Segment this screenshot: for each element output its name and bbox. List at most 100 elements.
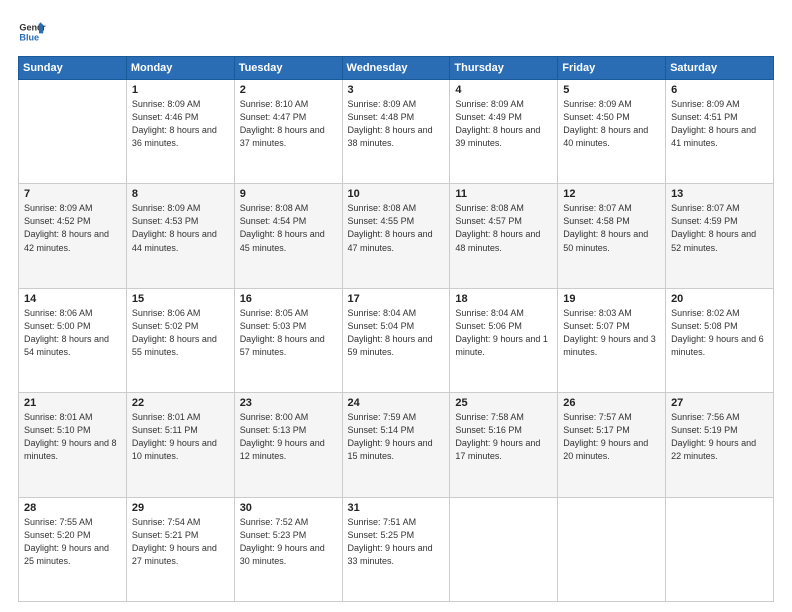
day-number: 30 (240, 502, 337, 514)
weekday-row: SundayMondayTuesdayWednesdayThursdayFrid… (19, 57, 774, 80)
day-number: 22 (132, 397, 229, 409)
day-number: 27 (671, 397, 768, 409)
calendar-cell (558, 497, 666, 601)
page: General Blue SundayMondayTuesdayWednesda… (0, 0, 792, 612)
calendar-cell: 7Sunrise: 8:09 AMSunset: 4:52 PMDaylight… (19, 184, 127, 288)
day-info: Sunrise: 7:52 AMSunset: 5:23 PMDaylight:… (240, 516, 337, 568)
day-number: 16 (240, 293, 337, 305)
day-info: Sunrise: 8:02 AMSunset: 5:08 PMDaylight:… (671, 307, 768, 359)
day-number: 9 (240, 188, 337, 200)
calendar-body: 1Sunrise: 8:09 AMSunset: 4:46 PMDaylight… (19, 80, 774, 602)
day-number: 25 (455, 397, 552, 409)
day-number: 21 (24, 397, 121, 409)
calendar-cell: 21 Sunrise: 8:01 AMSunset: 5:10 PMDayligh… (19, 393, 127, 497)
day-number: 3 (348, 84, 445, 96)
day-info: Sunrise: 7:54 AMSunset: 5:21 PMDaylight:… (132, 516, 229, 568)
day-number: 10 (348, 188, 445, 200)
day-number: 11 (455, 188, 552, 200)
day-number: 17 (348, 293, 445, 305)
header: General Blue (18, 18, 774, 46)
day-number: 1 (132, 84, 229, 96)
weekday-header-sunday: Sunday (19, 57, 127, 80)
day-info: Sunrise: 7:57 AMSunset: 5:17 PMDaylight:… (563, 411, 660, 463)
calendar-cell: 1Sunrise: 8:09 AMSunset: 4:46 PMDaylight… (126, 80, 234, 184)
logo: General Blue (18, 18, 46, 46)
calendar-cell: 16 Sunrise: 8:05 AMSunset: 5:03 PMDayligh… (234, 288, 342, 392)
day-number: 6 (671, 84, 768, 96)
calendar-cell: 4 Sunrise: 8:09 AMSunset: 4:49 PMDaylight… (450, 80, 558, 184)
calendar-cell: 28 Sunrise: 7:55 AMSunset: 5:20 PMDayligh… (19, 497, 127, 601)
calendar-cell: 2 Sunrise: 8:10 AMSunset: 4:47 PMDaylight… (234, 80, 342, 184)
day-info: Sunrise: 8:05 AMSunset: 5:03 PMDaylight:… (240, 307, 337, 359)
calendar-week-1: 7Sunrise: 8:09 AMSunset: 4:52 PMDaylight… (19, 184, 774, 288)
day-info: Sunrise: 8:09 AMSunset: 4:49 PMDaylight:… (455, 98, 552, 150)
calendar-cell: 25Sunrise: 7:58 AMSunset: 5:16 PMDayligh… (450, 393, 558, 497)
weekday-header-monday: Monday (126, 57, 234, 80)
day-number: 24 (348, 397, 445, 409)
day-info: Sunrise: 8:08 AMSunset: 4:55 PMDaylight:… (348, 202, 445, 254)
day-number: 12 (563, 188, 660, 200)
day-number: 14 (24, 293, 121, 305)
svg-text:Blue: Blue (19, 32, 39, 42)
day-info: Sunrise: 8:09 AMSunset: 4:48 PMDaylight:… (348, 98, 445, 150)
calendar-cell: 27Sunrise: 7:56 AMSunset: 5:19 PMDayligh… (666, 393, 774, 497)
calendar-cell: 6Sunrise: 8:09 AMSunset: 4:51 PMDaylight… (666, 80, 774, 184)
day-number: 8 (132, 188, 229, 200)
calendar-cell: 18Sunrise: 8:04 AMSunset: 5:06 PMDayligh… (450, 288, 558, 392)
calendar-cell: 26 Sunrise: 7:57 AMSunset: 5:17 PMDayligh… (558, 393, 666, 497)
day-info: Sunrise: 8:09 AMSunset: 4:50 PMDaylight:… (563, 98, 660, 150)
calendar-cell: 14 Sunrise: 8:06 AMSunset: 5:00 PMDayligh… (19, 288, 127, 392)
day-info: Sunrise: 8:06 AMSunset: 5:02 PMDaylight:… (132, 307, 229, 359)
calendar-cell: 20 Sunrise: 8:02 AMSunset: 5:08 PMDayligh… (666, 288, 774, 392)
calendar-cell: 23Sunrise: 8:00 AMSunset: 5:13 PMDayligh… (234, 393, 342, 497)
calendar-cell: 29Sunrise: 7:54 AMSunset: 5:21 PMDayligh… (126, 497, 234, 601)
calendar-cell: 9 Sunrise: 8:08 AMSunset: 4:54 PMDaylight… (234, 184, 342, 288)
calendar-week-3: 21 Sunrise: 8:01 AMSunset: 5:10 PMDayligh… (19, 393, 774, 497)
day-info: Sunrise: 8:06 AMSunset: 5:00 PMDaylight:… (24, 307, 121, 359)
day-info: Sunrise: 8:04 AMSunset: 5:06 PMDaylight:… (455, 307, 552, 359)
day-number: 26 (563, 397, 660, 409)
day-number: 2 (240, 84, 337, 96)
calendar-cell (19, 80, 127, 184)
calendar-cell: 31 Sunrise: 7:51 AMSunset: 5:25 PMDayligh… (342, 497, 450, 601)
calendar-week-0: 1Sunrise: 8:09 AMSunset: 4:46 PMDaylight… (19, 80, 774, 184)
calendar-cell: 15 Sunrise: 8:06 AMSunset: 5:02 PMDayligh… (126, 288, 234, 392)
calendar-cell: 19Sunrise: 8:03 AMSunset: 5:07 PMDayligh… (558, 288, 666, 392)
day-info: Sunrise: 8:01 AMSunset: 5:11 PMDaylight:… (132, 411, 229, 463)
day-info: Sunrise: 8:07 AMSunset: 4:58 PMDaylight:… (563, 202, 660, 254)
day-number: 19 (563, 293, 660, 305)
calendar-week-4: 28 Sunrise: 7:55 AMSunset: 5:20 PMDayligh… (19, 497, 774, 601)
calendar-cell: 12 Sunrise: 8:07 AMSunset: 4:58 PMDayligh… (558, 184, 666, 288)
day-info: Sunrise: 8:08 AMSunset: 4:54 PMDaylight:… (240, 202, 337, 254)
weekday-header-tuesday: Tuesday (234, 57, 342, 80)
day-info: Sunrise: 8:01 AMSunset: 5:10 PMDaylight:… (24, 411, 121, 463)
day-info: Sunrise: 7:55 AMSunset: 5:20 PMDaylight:… (24, 516, 121, 568)
day-number: 20 (671, 293, 768, 305)
day-info: Sunrise: 8:08 AMSunset: 4:57 PMDaylight:… (455, 202, 552, 254)
day-info: Sunrise: 8:09 AMSunset: 4:52 PMDaylight:… (24, 202, 121, 254)
day-info: Sunrise: 8:04 AMSunset: 5:04 PMDaylight:… (348, 307, 445, 359)
day-number: 5 (563, 84, 660, 96)
calendar-header: SundayMondayTuesdayWednesdayThursdayFrid… (19, 57, 774, 80)
day-info: Sunrise: 8:10 AMSunset: 4:47 PMDaylight:… (240, 98, 337, 150)
day-info: Sunrise: 8:07 AMSunset: 4:59 PMDaylight:… (671, 202, 768, 254)
day-number: 15 (132, 293, 229, 305)
day-info: Sunrise: 7:51 AMSunset: 5:25 PMDaylight:… (348, 516, 445, 568)
day-info: Sunrise: 8:09 AMSunset: 4:53 PMDaylight:… (132, 202, 229, 254)
calendar-cell: 17 Sunrise: 8:04 AMSunset: 5:04 PMDayligh… (342, 288, 450, 392)
day-number: 4 (455, 84, 552, 96)
calendar-cell (666, 497, 774, 601)
calendar-cell: 3 Sunrise: 8:09 AMSunset: 4:48 PMDaylight… (342, 80, 450, 184)
day-number: 28 (24, 502, 121, 514)
calendar-table: SundayMondayTuesdayWednesdayThursdayFrid… (18, 56, 774, 602)
calendar-cell: 8 Sunrise: 8:09 AMSunset: 4:53 PMDaylight… (126, 184, 234, 288)
weekday-header-saturday: Saturday (666, 57, 774, 80)
calendar-week-2: 14 Sunrise: 8:06 AMSunset: 5:00 PMDayligh… (19, 288, 774, 392)
calendar-cell: 13Sunrise: 8:07 AMSunset: 4:59 PMDayligh… (666, 184, 774, 288)
day-number: 31 (348, 502, 445, 514)
calendar-cell: 24Sunrise: 7:59 AMSunset: 5:14 PMDayligh… (342, 393, 450, 497)
calendar-cell: 11 Sunrise: 8:08 AMSunset: 4:57 PMDayligh… (450, 184, 558, 288)
calendar-cell (450, 497, 558, 601)
weekday-header-thursday: Thursday (450, 57, 558, 80)
calendar-cell: 22 Sunrise: 8:01 AMSunset: 5:11 PMDayligh… (126, 393, 234, 497)
